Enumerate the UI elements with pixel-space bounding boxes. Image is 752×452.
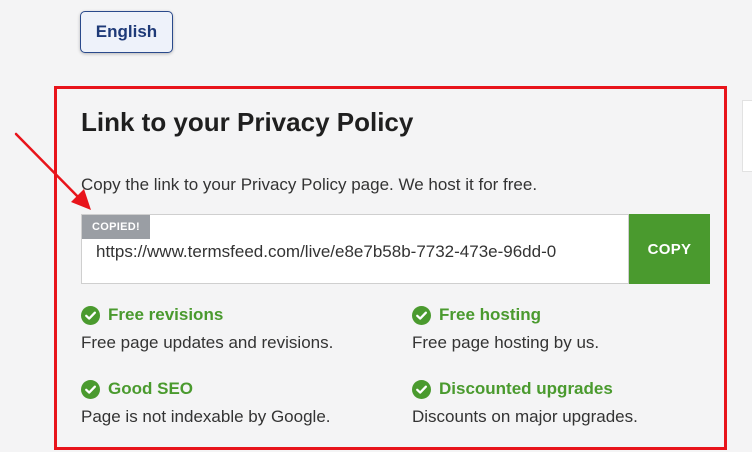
feature-item: Good SEO Page is not indexable by Google…: [81, 379, 381, 427]
check-circle-icon: [412, 305, 431, 325]
feature-description: Free page updates and revisions.: [81, 333, 334, 352]
language-button[interactable]: English: [80, 11, 173, 53]
link-field-wrapper: COPIED!: [81, 214, 629, 284]
feature-title-text: Free hosting: [439, 305, 542, 324]
feature-title: Good SEO: [81, 379, 381, 399]
link-copy-row: COPIED! COPY: [81, 214, 710, 284]
feature-title: Discounted upgrades: [412, 379, 712, 399]
privacy-policy-link-card: Link to your Privacy Policy Copy the lin…: [54, 86, 727, 450]
feature-title: Free hosting: [412, 305, 712, 325]
feature-description: Free page hosting by us.: [412, 333, 600, 352]
feature-description: Discounts on major upgrades.: [412, 407, 638, 426]
card-description: Copy the link to your Privacy Policy pag…: [81, 175, 538, 194]
copied-badge: COPIED!: [82, 215, 150, 239]
feature-title: Free revisions: [81, 305, 381, 325]
check-circle-icon: [412, 379, 431, 399]
feature-description: Page is not indexable by Google.: [81, 407, 331, 426]
check-circle-icon: [81, 379, 100, 399]
feature-title-text: Free revisions: [108, 305, 224, 324]
card-title: Link to your Privacy Policy: [81, 107, 414, 137]
feature-title-text: Discounted upgrades: [439, 379, 613, 398]
feature-item: Free revisions Free page updates and rev…: [81, 305, 381, 353]
check-circle-icon: [81, 305, 100, 325]
policy-link-input[interactable]: [96, 237, 620, 267]
side-panel-edge: [742, 100, 752, 172]
feature-item: Free hosting Free page hosting by us.: [412, 305, 712, 353]
feature-title-text: Good SEO: [108, 379, 193, 398]
copy-button[interactable]: COPY: [629, 214, 710, 284]
feature-item: Discounted upgrades Discounts on major u…: [412, 379, 712, 427]
